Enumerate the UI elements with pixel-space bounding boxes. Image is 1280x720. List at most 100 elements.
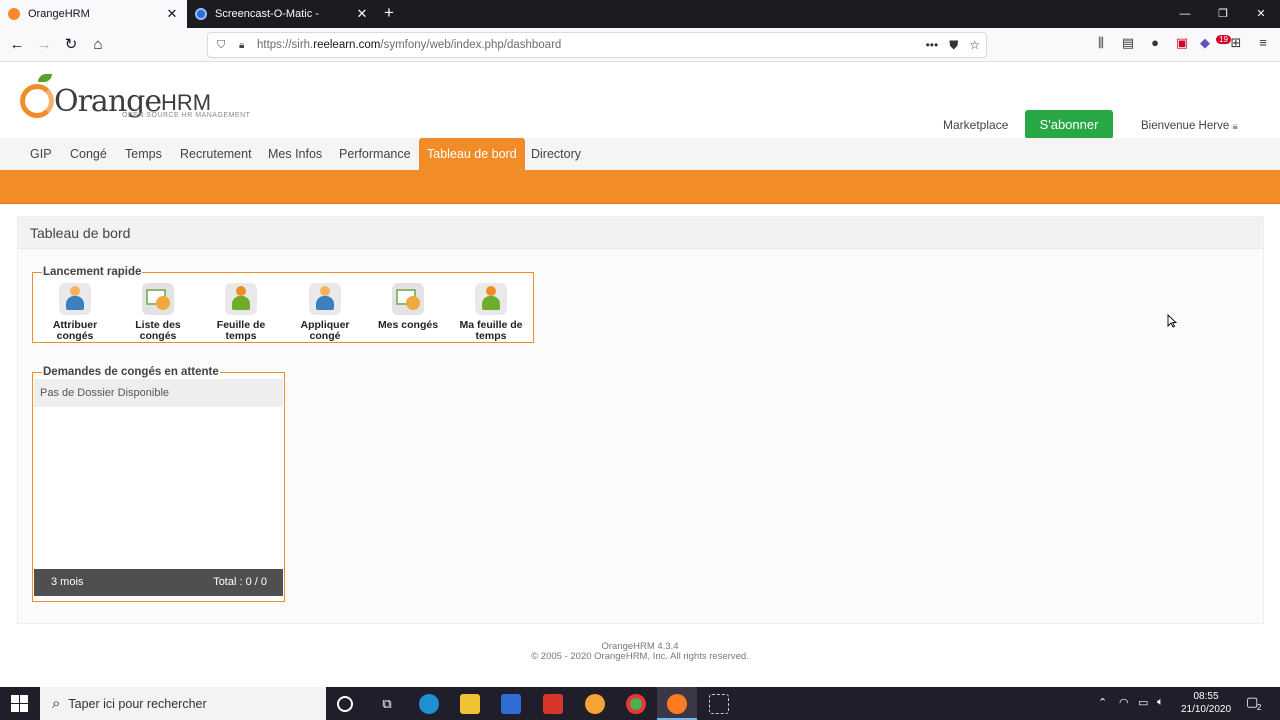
volume-icon[interactable]: 🔈︎ <box>1157 696 1164 709</box>
cortana-icon[interactable] <box>337 696 353 712</box>
empty-record-row: Pas de Dossier Disponible <box>34 379 283 407</box>
person-icon <box>309 283 341 315</box>
notification-count: 2 <box>1256 703 1262 712</box>
menu-performance[interactable]: Performance <box>331 138 419 170</box>
submenu-bar <box>0 170 1280 204</box>
ql-label: Mes congés <box>377 319 439 331</box>
close-window-button[interactable]: ✕ <box>1242 0 1280 28</box>
page: Orange HRM OPEN SOURCE HR MANAGEMENT Mar… <box>0 62 1280 687</box>
windows-taskbar: ⌕ Taper ici pour rechercher ⧉ ⌃ ◠ ▭ 🔈︎ 0… <box>0 687 1280 720</box>
back-icon[interactable]: ← <box>7 35 27 55</box>
hamburger-menu-icon[interactable]: ≡ <box>1254 35 1272 51</box>
browser-tab-bar: OrangeHRM ✕ Screencast-O-Matic - ✕ + — ❐… <box>0 0 1280 28</box>
menu-gip[interactable]: GIP <box>22 138 60 170</box>
edge-icon[interactable] <box>419 694 439 714</box>
dashboard-panel: Tableau de bord Lancement rapide Attribu… <box>17 216 1264 624</box>
ql-label: congé <box>309 330 341 342</box>
menu-temps[interactable]: Temps <box>117 138 170 170</box>
leaf-icon <box>38 74 52 82</box>
taskbar-clock[interactable]: 08:55 21/10/2020 <box>1178 690 1234 716</box>
menu-conge[interactable]: Congé <box>62 138 115 170</box>
user-lock-icon: 🔒︎ <box>1232 121 1238 132</box>
pocket-icon[interactable]: ⛊ <box>949 38 958 53</box>
file-explorer-icon[interactable] <box>460 694 480 714</box>
url-text: https://sirh.reelearn.com/symfony/web/in… <box>257 39 562 51</box>
chrome-icon[interactable] <box>626 694 646 714</box>
ql-label: congés <box>139 330 177 342</box>
timesheet-icon <box>225 283 257 315</box>
quick-launch-apply-leave[interactable]: Appliquer congé <box>284 283 366 342</box>
timesheet-icon <box>475 283 507 315</box>
clock-time: 08:55 <box>1193 691 1219 702</box>
taskbar-search-input[interactable]: ⌕ Taper ici pour rechercher <box>40 687 326 720</box>
mouse-cursor-icon <box>1167 314 1177 328</box>
ql-label: temps <box>475 330 507 342</box>
library-icon[interactable]: ⫼ <box>1092 35 1110 51</box>
screencast-favicon-icon <box>195 8 207 20</box>
page-footer: OrangeHRM 4.3.4 © 2005 - 2020 OrangeHRM,… <box>0 642 1280 662</box>
snipping-tool-icon[interactable] <box>709 694 729 714</box>
menu-mes-infos[interactable]: Mes Infos <box>260 138 330 170</box>
welcome-link[interactable]: Bienvenue Herve 🔒︎ <box>1141 120 1238 132</box>
menu-tableau-de-bord[interactable]: Tableau de bord <box>419 138 525 170</box>
account-icon[interactable]: ● <box>1146 35 1164 51</box>
firefox-icon[interactable] <box>667 694 687 714</box>
search-placeholder: Taper ici pour rechercher <box>68 696 207 711</box>
forward-icon[interactable]: → <box>34 35 54 55</box>
close-tab-icon[interactable]: ✕ <box>165 6 179 22</box>
app-circle-icon[interactable] <box>585 694 605 714</box>
period-label: 3 mois <box>51 576 84 588</box>
subscribe-button[interactable]: S'abonner <box>1025 110 1113 139</box>
restore-button[interactable]: ❐ <box>1204 0 1242 28</box>
extension-icon[interactable]: ◆ 19 <box>1200 35 1231 51</box>
pending-leave-footer: 3 mois Total : 0 / 0 <box>34 569 283 596</box>
main-menu: GIP Congé Temps Recrutement Mes Infos Pe… <box>0 138 1280 170</box>
calendar-icon <box>392 283 424 315</box>
store-icon[interactable] <box>501 694 521 714</box>
task-view-icon[interactable]: ⧉ <box>377 694 397 714</box>
new-tab-button[interactable]: + <box>381 3 397 25</box>
total-label: Total : 0 / 0 <box>213 576 267 588</box>
pending-leave-legend: Demandes de congés en attente <box>42 366 220 378</box>
page-title: Tableau de bord <box>30 225 131 241</box>
windows-start-icon[interactable] <box>11 695 28 712</box>
show-hidden-icons-icon[interactable]: ⌃ <box>1098 696 1107 709</box>
ql-label: congés <box>56 330 94 342</box>
tab-orangehrm[interactable]: OrangeHRM ✕ <box>0 0 187 28</box>
quick-launch-assign-leave[interactable]: Attribuer congés <box>34 283 116 342</box>
close-tab-icon[interactable]: ✕ <box>355 6 369 22</box>
page-actions-icon[interactable]: ••• <box>926 38 939 53</box>
quick-launch-my-timesheet[interactable]: Ma feuille de temps <box>450 283 532 342</box>
copyright-text: © 2005 - 2020 OrangeHRM, Inc. All rights… <box>531 651 749 662</box>
bookmark-star-icon[interactable]: ☆ <box>969 38 980 53</box>
ql-label: temps <box>225 330 257 342</box>
home-icon[interactable]: ⌂ <box>88 35 108 55</box>
menu-directory[interactable]: Directory <box>523 138 589 170</box>
network-icon[interactable]: ◠ <box>1119 696 1129 709</box>
gift-app-icon[interactable] <box>543 694 563 714</box>
grid-icon[interactable]: ⊞ <box>1227 35 1245 51</box>
tab-screencast[interactable]: Screencast-O-Matic - ✕ <box>187 0 377 28</box>
battery-icon[interactable]: ▭ <box>1138 696 1148 709</box>
menu-recrutement[interactable]: Recrutement <box>172 138 260 170</box>
person-icon <box>59 283 91 315</box>
marketplace-link[interactable]: Marketplace <box>943 118 1008 132</box>
browser-nav-bar: ← → ↻ ⌂ ⛉ 🔒︎ https://sirh.reelearn.com/s… <box>0 28 1280 62</box>
address-bar[interactable]: ⛉ 🔒︎ https://sirh.reelearn.com/symfony/w… <box>207 32 987 58</box>
quick-launch-leave-list[interactable]: Liste des congés <box>117 283 199 342</box>
notification-center-icon[interactable]: ▢ 2 <box>1246 694 1262 712</box>
quick-launch-timesheets[interactable]: Feuille de temps <box>200 283 282 342</box>
quick-launch-legend: Lancement rapide <box>42 266 143 278</box>
reload-icon[interactable]: ↻ <box>61 35 81 55</box>
orangehrm-logo[interactable]: Orange HRM OPEN SOURCE HR MANAGEMENT <box>18 72 258 122</box>
quick-launch-panel: Lancement rapide Attribuer congés Liste … <box>32 266 534 343</box>
quick-launch-my-leave[interactable]: Mes congés <box>367 283 449 331</box>
search-icon: ⌕ <box>52 695 61 712</box>
tab-title: Screencast-O-Matic - <box>215 8 319 20</box>
pocket-toolbar-icon[interactable]: ▣ <box>1173 35 1191 51</box>
shield-icon[interactable]: ⛉ <box>217 39 229 52</box>
sidebar-icon[interactable]: ▤ <box>1119 35 1137 51</box>
lock-icon[interactable]: 🔒︎ <box>239 40 251 51</box>
minimize-button[interactable]: — <box>1166 0 1204 28</box>
clock-date: 21/10/2020 <box>1180 704 1232 715</box>
